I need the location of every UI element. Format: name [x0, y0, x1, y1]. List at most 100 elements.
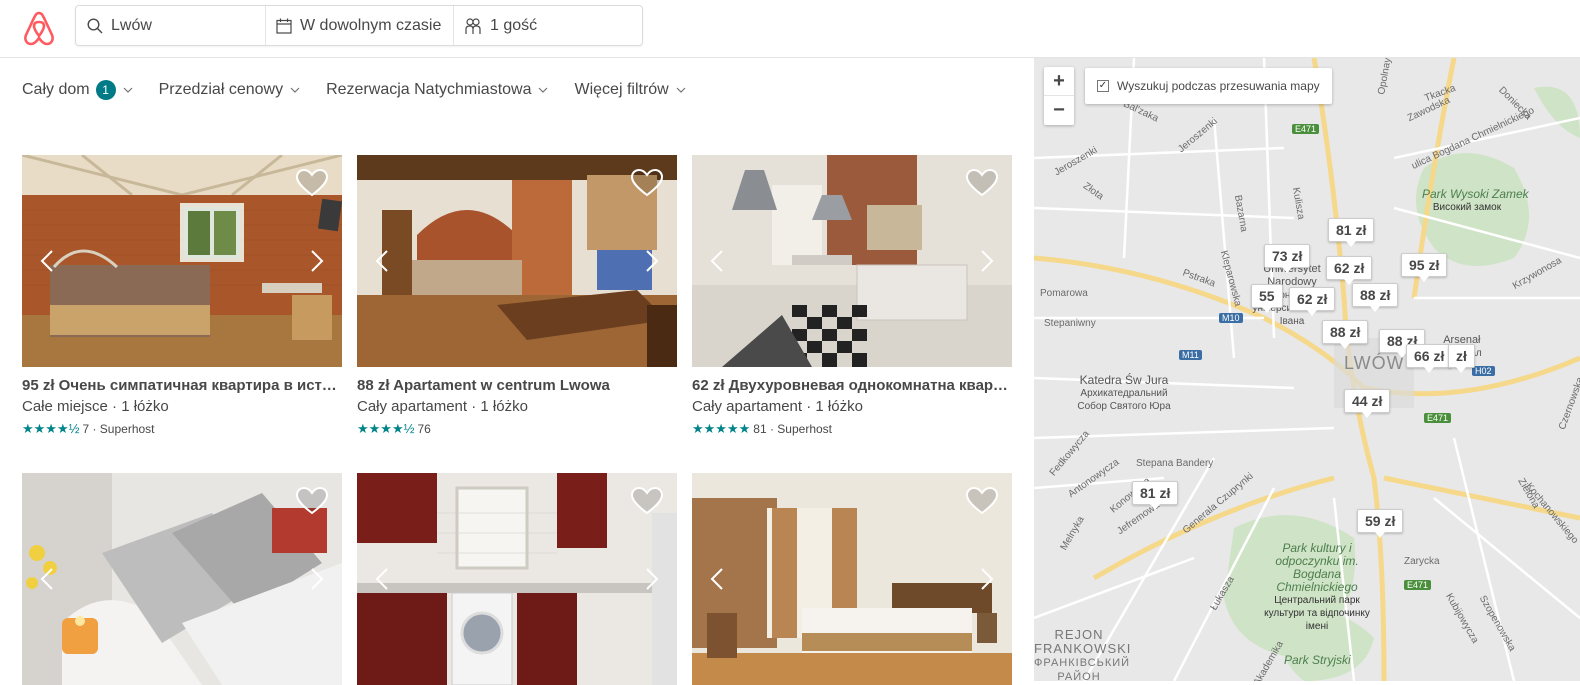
dates-field[interactable]: W dowolnym czasie: [266, 6, 454, 45]
zoom-in-button[interactable]: +: [1044, 67, 1074, 96]
street-label: Stepana Bandery: [1136, 458, 1214, 469]
listing-photo-image: [692, 473, 1012, 685]
chevron-right-icon[interactable]: [310, 249, 324, 273]
filter-home-type[interactable]: Cały dom 1: [22, 80, 133, 100]
price-pin[interactable]: 44 zł: [1344, 389, 1391, 418]
filter-more[interactable]: Więcej filtrów: [574, 80, 686, 100]
zoom-out-button[interactable]: −: [1044, 96, 1074, 125]
chevron-down-icon: [539, 87, 548, 93]
listing-title[interactable]: 88 zł Apartament w centrum Lwowa: [357, 377, 677, 394]
filter-count-badge: 1: [95, 80, 116, 100]
street-label: Pomarowa: [1040, 288, 1088, 299]
listing-card[interactable]: [692, 473, 1012, 685]
listing-rating: ★★★★★ 81 · Superhost: [692, 421, 1012, 437]
chevron-left-icon[interactable]: [40, 567, 54, 591]
search-as-move-toggle[interactable]: ✓ Wyszukuj podczas przesuwania mapy: [1085, 68, 1332, 104]
rating-reviews: 76: [417, 422, 431, 436]
favorite-heart-icon[interactable]: [631, 169, 663, 197]
chevron-right-icon[interactable]: [980, 567, 994, 591]
chevron-right-icon[interactable]: [310, 567, 324, 591]
district-label: REJON FRANKOWSKI ФРАНКІВСЬКИЙ РАЙОН: [1034, 627, 1132, 682]
listing-photo[interactable]: [22, 155, 342, 367]
favorite-heart-icon[interactable]: [966, 487, 998, 515]
listing-card[interactable]: [357, 473, 677, 685]
location-field[interactable]: Lwów: [76, 6, 266, 45]
chevron-down-icon: [123, 87, 133, 93]
listing-card[interactable]: 62 zł Двухуровневая однокомнатна квартир…: [692, 155, 1012, 437]
price-pin[interactable]: 88 zł: [1322, 320, 1369, 349]
guests-icon: [465, 17, 481, 34]
listing-rating: ★★★★½ 76: [357, 421, 677, 437]
landmark-name-ua: Архикатедральний Собор Святого Юра: [1077, 388, 1171, 412]
favorite-heart-icon[interactable]: [296, 487, 328, 515]
district-name: REJON FRANKOWSKI: [1034, 627, 1132, 656]
favorite-heart-icon[interactable]: [631, 487, 663, 515]
listing-photo[interactable]: [357, 155, 677, 367]
checkbox-checked-icon[interactable]: ✓: [1097, 80, 1109, 92]
price-pin[interactable]: 59 zł: [1357, 509, 1404, 538]
map-panel[interactable]: Bal'zaka Jeroszenki Jeroszenki Złota Baz…: [1034, 58, 1580, 681]
filter-label: Przedział cenowy: [158, 81, 284, 98]
park-label: Park Stryjski: [1284, 653, 1351, 667]
chevron-left-icon[interactable]: [710, 249, 724, 273]
park-label: Park Wysoki Zamek Високий замок: [1422, 188, 1529, 214]
filter-instant-book[interactable]: Rezerwacja Natychmiastowa: [326, 80, 548, 100]
listing-photo[interactable]: [692, 473, 1012, 685]
rating-reviews: 7 · Superhost: [82, 422, 155, 436]
favorite-heart-icon[interactable]: [296, 169, 328, 197]
price-pin[interactable]: 66 zł: [1406, 344, 1453, 373]
rating-stars: ★★★★½: [357, 421, 415, 436]
chevron-down-icon: [290, 87, 300, 93]
favorite-heart-icon[interactable]: [966, 169, 998, 197]
dates-value: W dowolnym czasie: [300, 16, 442, 34]
guests-value: 1 gość: [490, 16, 538, 34]
top-header: Lwów W dowolnym czasie 1 gość: [0, 0, 1580, 58]
listing-photo-image: [692, 155, 1012, 367]
listing-subtitle: Całe miejsce · 1 łóżko: [22, 398, 169, 415]
filter-label: Więcej filtrów: [574, 81, 669, 98]
filter-bar: Cały dom 1 Przedział cenowy Rezerwacja N…: [22, 80, 712, 100]
chevron-left-icon[interactable]: [375, 249, 389, 273]
road-badge: M10: [1219, 313, 1243, 323]
listing-photo[interactable]: [22, 473, 342, 685]
location-value: Lwów: [111, 16, 152, 34]
price-pin[interactable]: 88 zł: [1352, 283, 1399, 312]
price-pin[interactable]: zł: [1448, 344, 1475, 373]
road-badge: E471: [1404, 580, 1432, 590]
street-label: Stepaniwny: [1044, 318, 1096, 329]
listing-card[interactable]: [22, 473, 342, 685]
road-badge: H02: [1472, 366, 1495, 376]
chevron-left-icon[interactable]: [375, 567, 389, 591]
price-pin[interactable]: 73 zł: [1264, 244, 1311, 273]
price-pin[interactable]: 95 zł: [1401, 253, 1448, 282]
park-name-ua: Високий замок: [1432, 202, 1502, 213]
listing-card[interactable]: 88 zł Apartament w centrum Lwowa Cały ap…: [357, 155, 677, 437]
listing-photo-image: [22, 473, 342, 685]
chevron-right-icon[interactable]: [645, 249, 659, 273]
chevron-right-icon[interactable]: [645, 567, 659, 591]
price-pin[interactable]: 81 zł: [1328, 218, 1375, 247]
filter-price-range[interactable]: Przedział cenowy: [159, 80, 301, 100]
listing-title[interactable]: 62 zł Двухуровневая однокомнатна квартир…: [692, 377, 1012, 394]
chevron-right-icon[interactable]: [980, 249, 994, 273]
price-pin[interactable]: 62 zł: [1289, 287, 1336, 316]
listing-photo[interactable]: [692, 155, 1012, 367]
listing-card[interactable]: 95 zł Очень симпатичная квартира в истор…: [22, 155, 342, 437]
road-badge: E471: [1292, 124, 1320, 134]
rating-stars: ★★★★★: [692, 421, 751, 436]
listing-photo-image: [22, 155, 342, 367]
chevron-left-icon[interactable]: [40, 249, 54, 273]
guests-field[interactable]: 1 gość: [454, 6, 642, 45]
chevron-left-icon[interactable]: [710, 567, 724, 591]
price-pin[interactable]: 55: [1251, 284, 1283, 313]
price-pin[interactable]: 81 zł: [1132, 481, 1179, 510]
listing-title[interactable]: 95 zł Очень симпатичная квартира в истор…: [22, 377, 342, 394]
filter-label: Cały dom: [22, 81, 90, 98]
listing-photo[interactable]: [357, 473, 677, 685]
filter-label: Rezerwacja Natychmiastowa: [326, 81, 532, 98]
price-pin[interactable]: 62 zł: [1326, 256, 1373, 285]
search-bar: Lwów W dowolnym czasie 1 gość: [75, 5, 643, 46]
street-label: Zarycka: [1404, 556, 1440, 567]
road-badge: M11: [1179, 350, 1202, 360]
airbnb-logo-icon[interactable]: [22, 10, 56, 46]
